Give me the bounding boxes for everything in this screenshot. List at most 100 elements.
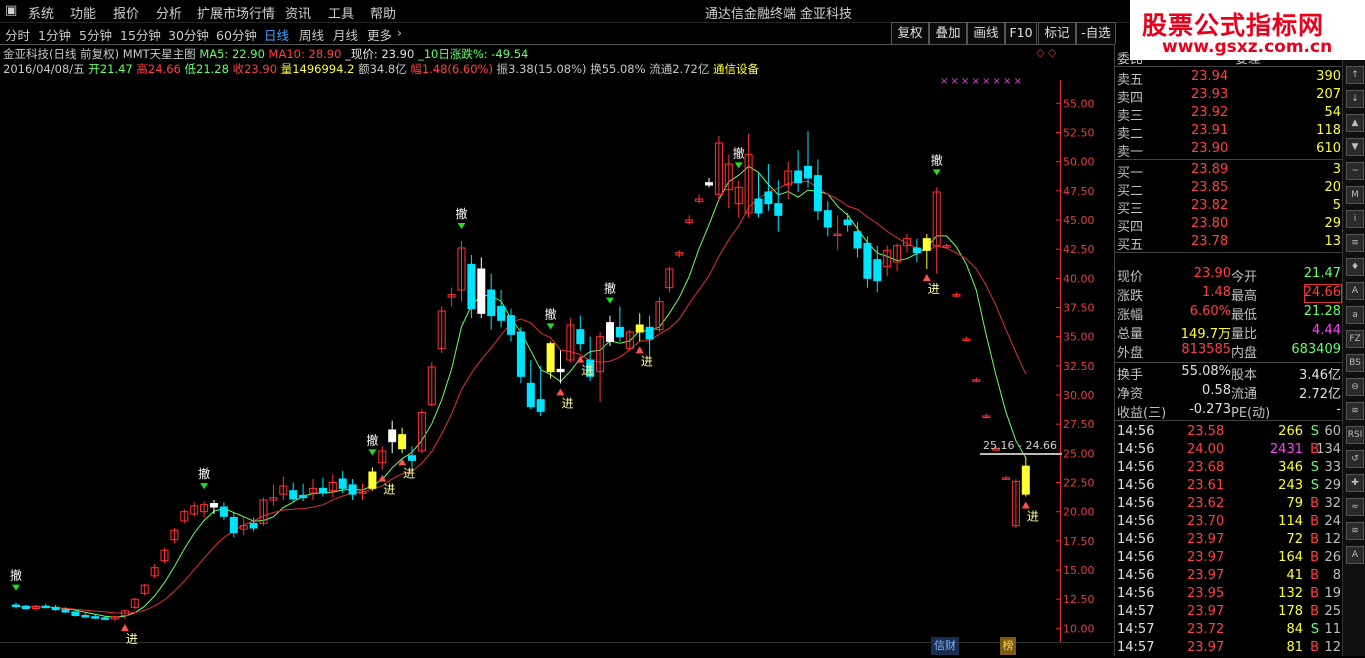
menu-tools[interactable]: 工具 — [328, 3, 354, 22]
tab-monthly[interactable]: 月线 — [333, 25, 358, 44]
ask-row[interactable]: 卖一 23.90 610 — [1115, 141, 1343, 160]
menu-system[interactable]: 系统 — [28, 3, 54, 22]
side-tool-icon[interactable]: ↓ — [1346, 90, 1364, 108]
tick-row[interactable]: 14:57 23.97 81 B 12 — [1115, 640, 1343, 658]
side-tool-icon[interactable]: ▼ — [1346, 138, 1364, 156]
side-tool-icon[interactable]: ↺ — [1346, 450, 1364, 468]
side-tool-icon[interactable]: ≈ — [1346, 498, 1364, 516]
mark-button[interactable]: 标记 — [1038, 22, 1076, 45]
tab-weekly[interactable]: 周线 — [299, 25, 324, 44]
side-tool-icon[interactable]: M — [1346, 186, 1364, 204]
draw-button[interactable]: 画线 — [967, 22, 1005, 45]
tab-30min[interactable]: 30分钟 — [168, 25, 209, 44]
menu-help[interactable]: 帮助 — [370, 3, 396, 22]
add-watchlist-button[interactable]: -自选 — [1076, 22, 1116, 45]
tick-row[interactable]: 14:56 23.68 346 S 33 — [1115, 460, 1343, 478]
y-tick-label: 30.00 — [1063, 389, 1095, 402]
app-logo-icon[interactable]: ▣ — [5, 3, 17, 18]
menu-analysis[interactable]: 分析 — [156, 3, 182, 22]
candle-body — [41, 605, 50, 609]
tab-daily[interactable]: 日线 — [264, 25, 289, 44]
adjust-button[interactable]: 复权 — [891, 22, 929, 45]
tab-1min[interactable]: 1分钟 — [38, 25, 71, 44]
menu-quote[interactable]: 报价 — [113, 3, 139, 22]
side-tool-icon[interactable]: ▲ — [1346, 114, 1364, 132]
tick-row[interactable]: 14:56 24.00 2431 B 134 — [1115, 442, 1343, 460]
signal-exit-label: 撤 — [545, 306, 557, 321]
menu-extended-market[interactable]: 扩展市场行情 — [197, 3, 275, 22]
tick-row[interactable]: 14:56 23.95 132 B 19 — [1115, 586, 1343, 604]
ask-row[interactable]: 卖五 23.94 390 — [1115, 69, 1343, 88]
side-tool-icon[interactable]: ♦ — [1346, 258, 1364, 276]
stat-row[interactable]: 涨幅 6.60% 最低 21.28 — [1115, 304, 1343, 323]
side-tool-icon[interactable]: A — [1346, 546, 1364, 564]
tick-side: S — [1310, 424, 1319, 439]
menu-news[interactable]: 资讯 — [285, 3, 311, 22]
ask-row[interactable]: 卖二 23.91 118 — [1115, 123, 1343, 142]
stat-label: 涨幅 — [1117, 308, 1144, 323]
stat-row[interactable]: 总量 149.7万 量比 4.44 — [1115, 323, 1343, 342]
f10-button[interactable]: F10 — [1005, 22, 1037, 45]
side-tool-icon[interactable]: RSI — [1346, 426, 1364, 444]
tick-row[interactable]: 14:56 23.62 79 B 32 — [1115, 496, 1343, 514]
ask-row[interactable]: 卖四 23.93 207 — [1115, 87, 1343, 106]
side-tool-icon[interactable]: ~ — [1346, 162, 1364, 180]
bid-row[interactable]: 买一 23.89 3 — [1115, 162, 1343, 181]
tick-row[interactable]: 14:56 23.97 41 B 8 — [1115, 568, 1343, 586]
sell-arrow-icon — [368, 449, 377, 456]
ask-row[interactable]: 卖三 23.92 54 — [1115, 105, 1343, 124]
fund-value: - — [1336, 402, 1341, 417]
tick-count: 12 — [1324, 640, 1341, 655]
kline-chart[interactable]: 55.00 52.50 50.00 47.50 45.00 42.50 40.00 37.50… — [0, 44, 1114, 656]
tick-row[interactable]: 14:57 23.97 178 B 25 — [1115, 604, 1343, 622]
fund-row[interactable]: 净资 0.58 流通 2.72亿 — [1115, 383, 1343, 402]
overlay-button[interactable]: 叠加 — [929, 22, 967, 45]
bid-row[interactable]: 买五 23.78 13 — [1115, 234, 1343, 253]
bid-row[interactable]: 买四 23.80 29 — [1115, 216, 1343, 235]
tick-row[interactable]: 14:56 23.97 164 B 26 — [1115, 550, 1343, 568]
fund-row[interactable]: 收益(三) -0.273 PE(动) - — [1115, 402, 1343, 421]
tick-row[interactable]: 14:56 23.70 114 B 24 — [1115, 514, 1343, 532]
side-tool-icon[interactable]: ≋ — [1346, 522, 1364, 540]
tab-ranking[interactable]: 榜 — [1000, 637, 1016, 655]
side-tool-icon[interactable]: ⊖ — [1346, 378, 1364, 396]
tick-count: 24 — [1324, 514, 1341, 529]
tab-timeshare[interactable]: 分时 — [5, 25, 30, 44]
tab-more[interactable]: 更多 — [367, 25, 392, 44]
fund-row[interactable]: 换手 55.08% 股本 3.46亿 — [1115, 364, 1343, 383]
side-tool-icon[interactable]: a — [1346, 306, 1364, 324]
tab-15min[interactable]: 15分钟 — [120, 25, 161, 44]
sell-arrow-icon — [606, 297, 614, 304]
buy-arrow-icon — [556, 388, 565, 396]
signal-exit-label: 撤 — [456, 206, 468, 221]
menu-function[interactable]: 功能 — [70, 3, 96, 22]
tick-row[interactable]: 14:56 23.97 72 B 12 — [1115, 532, 1343, 550]
side-tool-icon[interactable]: ≡ — [1346, 234, 1364, 252]
stat-row[interactable]: 现价 23.90 今开 21.47 — [1115, 266, 1343, 285]
tab-info-finance[interactable]: 信财 — [931, 637, 959, 655]
bid-price: 23.78 — [1191, 234, 1229, 249]
magenta-x-icon: × — [1003, 76, 1011, 87]
tick-side: B — [1310, 586, 1319, 601]
candle-body — [813, 175, 822, 212]
bid-level-label: 买二 — [1117, 184, 1144, 199]
bid-row[interactable]: 买二 23.85 20 — [1115, 180, 1343, 199]
tick-price: 23.97 — [1187, 640, 1225, 655]
side-tool-icon[interactable]: ≋ — [1346, 402, 1364, 420]
side-tool-icon[interactable]: BS — [1346, 354, 1364, 372]
stat-row[interactable]: 外盘 813585 内盘 683409 — [1115, 342, 1343, 361]
side-tool-icon[interactable]: ↑ — [1346, 66, 1364, 84]
chevron-right-icon[interactable]: › — [397, 25, 402, 40]
candle-body — [922, 238, 931, 251]
side-tool-icon[interactable]: i — [1346, 210, 1364, 228]
bid-row[interactable]: 买三 23.82 5 — [1115, 198, 1343, 217]
magenta-x-icon: × — [982, 76, 990, 87]
side-tool-icon[interactable]: ✚ — [1346, 474, 1364, 492]
tick-row[interactable]: 14:56 23.61 243 S 29 — [1115, 478, 1343, 496]
tab-60min[interactable]: 60分钟 — [216, 25, 257, 44]
tab-5min[interactable]: 5分钟 — [79, 25, 112, 44]
side-tool-icon[interactable]: A — [1346, 282, 1364, 300]
tick-row[interactable]: 14:56 23.58 266 S 60 — [1115, 424, 1343, 442]
tick-row[interactable]: 14:57 23.72 84 S 11 — [1115, 622, 1343, 640]
side-tool-icon[interactable]: FZ — [1346, 330, 1364, 348]
